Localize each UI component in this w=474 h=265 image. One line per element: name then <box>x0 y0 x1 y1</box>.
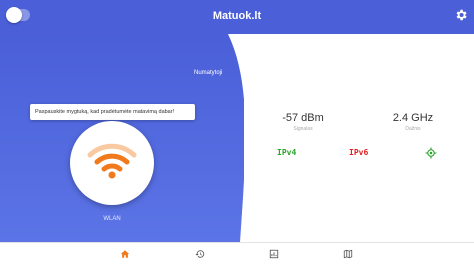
measure-panel: Numatytoji Paspauskite mygtuką, kad prad… <box>0 34 244 242</box>
signal-stat: -57 dBm Signalas <box>272 112 334 132</box>
map-icon[interactable] <box>343 249 353 259</box>
bottom-navigation <box>0 242 474 265</box>
ipv6-badge: IPv6 <box>349 148 369 157</box>
home-icon[interactable] <box>120 249 130 259</box>
crosshair-icon[interactable] <box>425 147 437 159</box>
app-title: Matuok.lt <box>212 10 262 22</box>
chart-icon[interactable] <box>269 249 279 259</box>
gear-icon[interactable] <box>454 8 468 22</box>
top-bar: Matuok.lt <box>0 0 474 34</box>
start-hint-tooltip: Paspauskite mygtuką, kad pradėtumėte mat… <box>30 104 195 120</box>
frequency-label: Dažnis <box>405 126 421 132</box>
ipv4-badge: IPv4 <box>277 148 297 157</box>
signal-value: -57 dBm <box>282 112 324 124</box>
frequency-value: 2.4 GHz <box>392 112 434 124</box>
network-type-label: WLAN <box>103 216 121 222</box>
default-server-label[interactable]: Numatytoji <box>194 70 222 76</box>
history-icon[interactable] <box>195 249 205 259</box>
start-measurement-button[interactable] <box>70 121 154 205</box>
frequency-stat: 2.4 GHz Dažnis <box>382 112 444 132</box>
wifi-icon <box>87 143 137 179</box>
signal-label: Signalas <box>293 126 313 132</box>
